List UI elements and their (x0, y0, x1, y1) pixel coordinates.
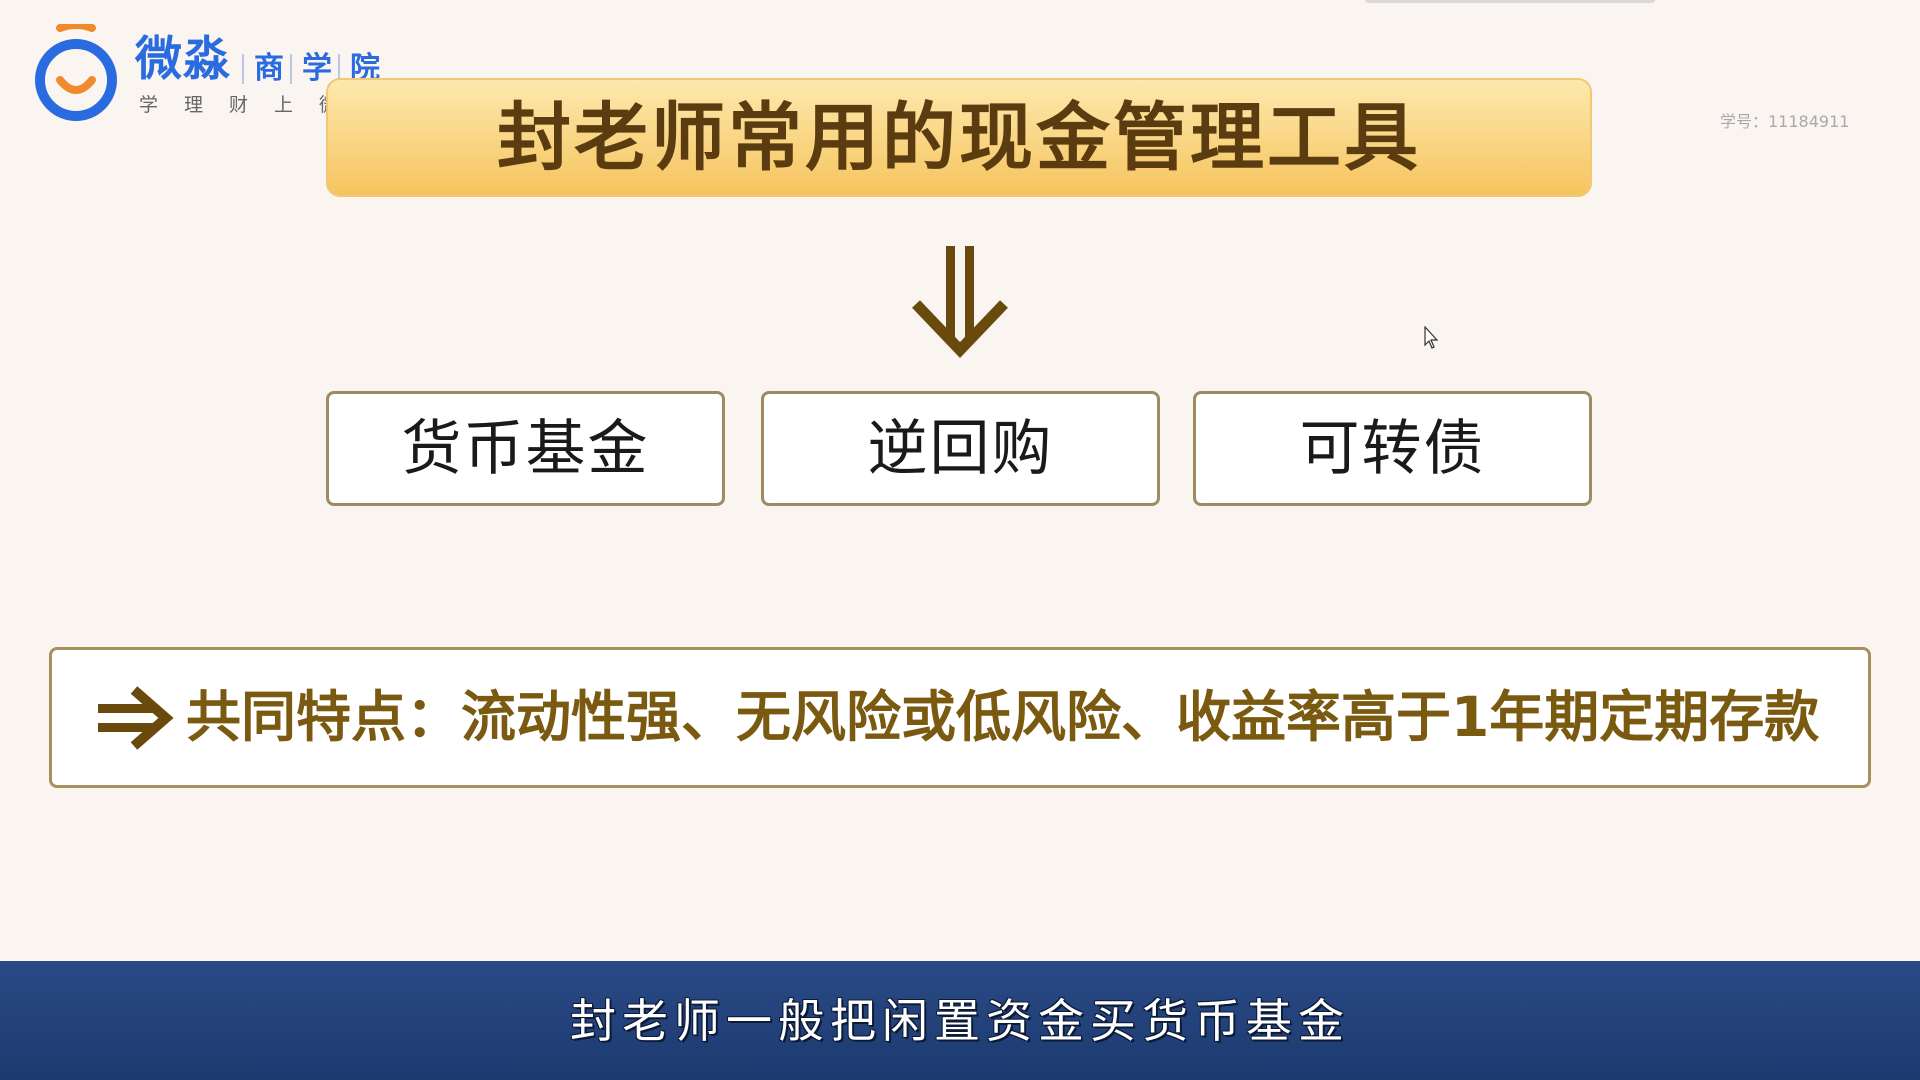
logo-sub-char: 商 (254, 51, 284, 86)
mouse-cursor-icon (1424, 326, 1439, 349)
title-banner: 封老师常用的现金管理工具 (326, 78, 1592, 197)
top-edge-strip (1365, 0, 1655, 3)
double-down-arrow-icon (912, 246, 1008, 358)
common-features-box: 共同特点：流动性强、无风险或低风险、收益率高于1年期定期存款 (49, 647, 1871, 788)
tool-box-money-fund: 货币基金 (326, 391, 725, 506)
subtitle-caption: 封老师一般把闲置资金买货币基金 (570, 993, 1350, 1048)
logo-brand-name: 微淼 (135, 32, 231, 87)
tool-label: 可转债 (1299, 413, 1486, 484)
student-id-label: 学号：11184911 (1720, 112, 1850, 131)
tool-label: 货币基金 (401, 413, 650, 484)
subtitle-bar: 封老师一般把闲置资金买货币基金 (0, 961, 1920, 1080)
logo-divider (242, 54, 244, 84)
smile-ring-logo-icon (35, 24, 117, 121)
double-right-arrow-icon (98, 685, 174, 750)
tool-box-reverse-repo: 逆回购 (761, 391, 1160, 506)
logo-divider (290, 54, 292, 84)
common-features-text: 共同特点：流动性强、无风险或低风险、收益率高于1年期定期存款 (186, 685, 1820, 749)
slide-title: 封老师常用的现金管理工具 (497, 94, 1421, 181)
tool-label: 逆回购 (867, 413, 1054, 484)
tool-box-convertible-bond: 可转债 (1193, 391, 1592, 506)
logo-sub-char: 学 (302, 51, 332, 86)
